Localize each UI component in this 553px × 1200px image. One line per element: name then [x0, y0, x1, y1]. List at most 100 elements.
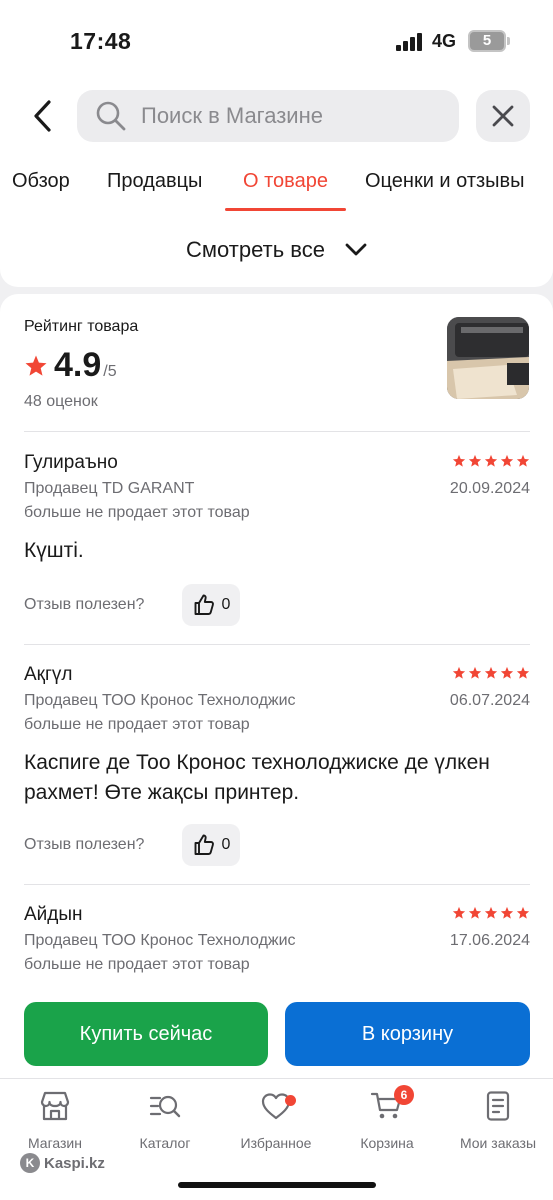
printer-image: [447, 317, 529, 399]
review-stars: [452, 454, 530, 468]
review-seller: Продавец ТОО Кронос Технолоджис: [24, 692, 296, 709]
divider: [24, 431, 530, 432]
shop-icon: [40, 1091, 70, 1121]
nav-orders[interactable]: Мои заказы: [443, 1089, 553, 1151]
nav-cart[interactable]: 6 Корзина: [332, 1085, 442, 1151]
like-count: 0: [221, 836, 231, 853]
star-icon: [484, 666, 498, 679]
star-icon: [500, 906, 514, 919]
chevron-down-icon: [345, 243, 367, 256]
search-placeholder: Поиск в Магазине: [141, 103, 323, 128]
star-icon: [468, 906, 482, 919]
star-icon: [484, 906, 498, 919]
review-item: Айдын Продавец ТОО Кронос Технолоджис 17…: [24, 904, 530, 984]
battery-icon: 5: [468, 30, 506, 52]
notification-dot: [285, 1095, 296, 1106]
kaspi-logo-icon: K: [20, 1153, 40, 1173]
like-button[interactable]: 0: [182, 824, 240, 866]
review-stars: [452, 666, 530, 680]
close-icon: [492, 105, 514, 127]
reviewer-name: Айдын: [24, 904, 83, 925]
star-icon: [25, 355, 47, 376]
review-date: 17.06.2024: [449, 932, 530, 949]
thumbs-up-icon: [194, 834, 214, 855]
thumbs-up-icon: [194, 594, 214, 615]
review-text: Күшті.: [24, 539, 84, 562]
nav-label: Корзина: [360, 1135, 414, 1151]
search-icon: [96, 101, 126, 131]
back-button[interactable]: [22, 94, 62, 138]
star-icon: [452, 906, 466, 919]
nav-label: Магазин: [27, 1135, 82, 1151]
see-all-label: Смотреть все: [186, 237, 325, 262]
review-date: 20.09.2024: [449, 480, 530, 497]
active-tab-indicator: [225, 208, 346, 211]
review-seller-note: больше не продает этот товар: [24, 504, 250, 521]
star-icon: [468, 454, 482, 467]
star-icon: [516, 906, 530, 919]
review-item: Ақгүл Продавец ТОО Кронос Технолоджис 06…: [24, 664, 530, 874]
like-count: 0: [221, 596, 231, 613]
cart-badge: 6: [394, 1085, 414, 1105]
star-icon: [500, 454, 514, 467]
star-icon: [516, 666, 530, 679]
clear-search-button[interactable]: [476, 90, 530, 142]
header: Поиск в Магазине Обзор Продавцы О товаре…: [0, 78, 553, 287]
divider: [24, 884, 530, 885]
tab-reviews[interactable]: Оценки и отзывы: [365, 166, 525, 214]
rating-value: 4.9: [54, 346, 102, 384]
buy-now-button[interactable]: Купить сейчас: [24, 1002, 268, 1066]
status-time: 17:48: [70, 28, 132, 54]
like-button[interactable]: 0: [182, 584, 240, 626]
search-input[interactable]: Поиск в Магазине: [77, 90, 459, 142]
nav-label: Избранное: [240, 1135, 312, 1151]
review-date: 06.07.2024: [449, 692, 530, 709]
star-icon: [468, 666, 482, 679]
review-stars: [452, 906, 530, 920]
rating-count: 48 оценок: [24, 393, 98, 410]
review-text: Каспиге де Тоо Кронос технолоджиске де ү…: [24, 751, 490, 804]
battery-level: 5: [482, 32, 492, 49]
nav-shop[interactable]: Магазин: [0, 1089, 110, 1151]
rating-title: Рейтинг товара: [24, 318, 139, 335]
review-seller-note: больше не продает этот товар: [24, 716, 250, 733]
helpful-label: Отзыв полезен?: [24, 836, 145, 853]
nav-label: Каталог: [139, 1135, 191, 1151]
chevron-left-icon: [34, 100, 51, 132]
see-all-button[interactable]: Смотреть все: [0, 230, 553, 270]
product-thumbnail[interactable]: [447, 317, 529, 399]
signal-icon: [396, 33, 424, 51]
nav-catalog[interactable]: Каталог: [110, 1089, 220, 1151]
status-bar: 17:48 4G 5: [0, 0, 553, 78]
star-icon: [516, 454, 530, 467]
nav-favorites[interactable]: Избранное: [221, 1089, 331, 1151]
helpful-label: Отзыв полезен?: [24, 596, 145, 613]
battery-tip: [507, 37, 510, 45]
heart-icon: [261, 1093, 291, 1120]
tab-about-product[interactable]: О товаре: [243, 166, 328, 214]
star-icon: [452, 454, 466, 467]
orders-icon: [486, 1091, 510, 1121]
nav-label: Мои заказы: [459, 1135, 537, 1151]
catalog-search-icon: [149, 1095, 181, 1118]
star-icon: [452, 666, 466, 679]
network-label: 4G: [432, 31, 457, 51]
tab-overview[interactable]: Обзор: [12, 166, 70, 214]
add-to-cart-button[interactable]: В корзину: [285, 1002, 530, 1066]
home-indicator[interactable]: [178, 1182, 376, 1188]
kaspi-watermark: K Kaspi.kz: [20, 1153, 105, 1173]
reviewer-name: Ақгүл: [24, 664, 73, 685]
tab-sellers[interactable]: Продавцы: [107, 166, 202, 214]
tab-bar: Обзор Продавцы О товаре Оценки и отзывы: [0, 166, 553, 214]
star-icon: [484, 454, 498, 467]
review-seller-note: больше не продает этот товар: [24, 956, 250, 973]
review-seller: Продавец ТОО Кронос Технолоджис: [24, 932, 296, 949]
rating-max: /5: [103, 363, 117, 380]
rating-summary: 4.9 /5: [24, 346, 117, 385]
watermark-text: Kaspi.kz: [44, 1154, 105, 1172]
review-seller: Продавец TD GARANT: [24, 480, 195, 497]
divider: [24, 644, 530, 645]
reviewer-name: Гулираъно: [24, 452, 118, 473]
star-icon: [500, 666, 514, 679]
review-item: Гулираъно Продавец TD GARANT 20.09.2024 …: [24, 452, 530, 632]
